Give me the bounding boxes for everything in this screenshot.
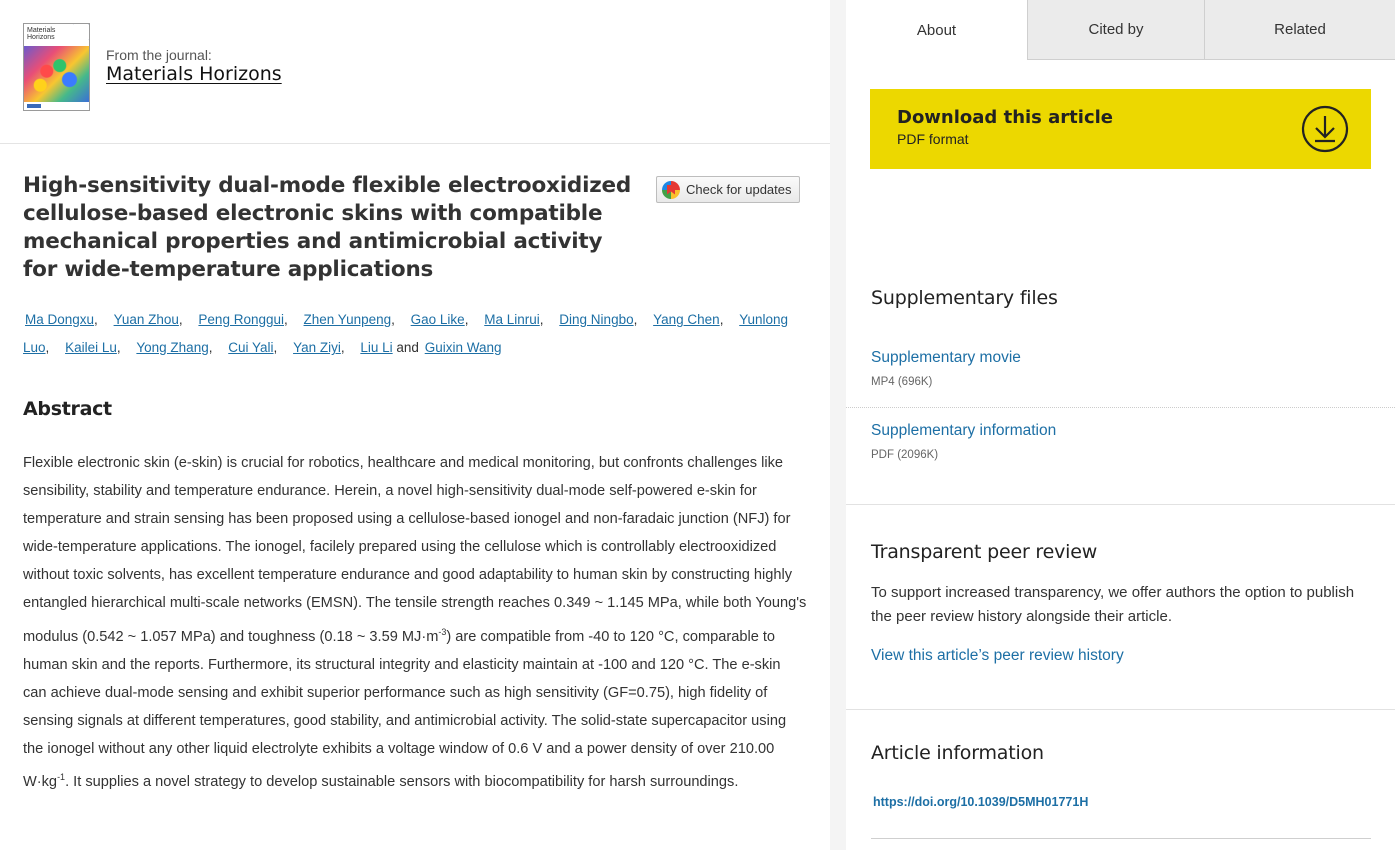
abstract-superscript: -1 <box>57 771 66 782</box>
section-divider <box>846 709 1395 710</box>
article-information-heading: Article information <box>871 742 1044 764</box>
journal-header: Materials Horizons From the journal: Mat… <box>0 0 830 144</box>
cover-artwork <box>24 46 89 102</box>
peer-review-heading: Transparent peer review <box>871 541 1098 563</box>
author-conjunction: and <box>396 340 419 355</box>
check-for-updates-label: Check for updates <box>686 182 792 197</box>
journal-cover-image[interactable]: Materials Horizons <box>23 23 90 111</box>
download-article-button[interactable]: Download this article PDF format <box>870 89 1371 169</box>
supplementary-movie-meta: MP4 (696K) <box>871 376 933 388</box>
author-link[interactable]: Gao Like <box>411 312 465 327</box>
sidebar-tabs: About Cited by Related <box>846 0 1395 60</box>
cover-logo-arc <box>67 24 89 46</box>
author-link[interactable]: Peng Ronggui <box>198 312 284 327</box>
cover-publisher-logo <box>27 104 41 108</box>
author-link[interactable]: Guixin Wang <box>425 340 502 355</box>
author-link[interactable]: Kailei Lu <box>65 340 117 355</box>
author-link[interactable]: Yuan Zhou <box>114 312 179 327</box>
author-link[interactable]: Zhen Yunpeng <box>304 312 392 327</box>
tab-related[interactable]: Related <box>1204 0 1395 60</box>
section-divider <box>846 504 1395 505</box>
author-link[interactable]: Yong Zhang <box>136 340 208 355</box>
supplementary-divider <box>846 407 1395 408</box>
supplementary-information-meta: PDF (2096K) <box>871 449 939 461</box>
author-link[interactable]: Yan Ziyi <box>293 340 341 355</box>
author-link[interactable]: Yang Chen <box>653 312 720 327</box>
author-link[interactable]: Liu Li <box>360 340 392 355</box>
column-divider <box>830 0 846 850</box>
author-link[interactable]: Ma Dongxu <box>25 312 94 327</box>
abstract-text-part: ) are compatible from -40 to 120 °C, com… <box>23 628 787 790</box>
download-format: PDF format <box>897 131 969 147</box>
journal-name-link[interactable]: Materials Horizons <box>106 63 282 85</box>
abstract-heading: Abstract <box>23 398 112 420</box>
article-sidebar: About Cited by Related Download this art… <box>846 0 1395 850</box>
peer-review-history-link[interactable]: View this article’s peer review history <box>871 647 1124 665</box>
abstract-text: Flexible electronic skin (e-skin) is cru… <box>23 449 808 796</box>
download-icon <box>1301 105 1349 153</box>
tab-about[interactable]: About <box>846 0 1027 60</box>
article-information-rule <box>871 838 1371 839</box>
crossmark-icon <box>662 180 680 199</box>
doi-link[interactable]: https://doi.org/10.1039/D5MH01771H <box>873 795 1088 809</box>
journal-from-label: From the journal: <box>106 47 212 63</box>
download-title: Download this article <box>897 107 1113 128</box>
abstract-text-part: . It supplies a novel strategy to develo… <box>65 773 739 790</box>
check-for-updates-button[interactable]: Check for updates <box>656 176 800 203</box>
article-main: Materials Horizons From the journal: Mat… <box>0 0 830 850</box>
author-link[interactable]: Ding Ningbo <box>559 312 633 327</box>
supplementary-information-link[interactable]: Supplementary information <box>871 422 1056 440</box>
cover-title: Materials Horizons <box>27 27 56 41</box>
abstract-text-part: Flexible electronic skin (e-skin) is cru… <box>23 455 807 645</box>
peer-review-description: To support increased transparency, we of… <box>871 584 1355 625</box>
tab-cited-by[interactable]: Cited by <box>1027 0 1204 60</box>
author-link[interactable]: Cui Yali <box>228 340 273 355</box>
author-list: Ma Dongxu, Yuan Zhou, Peng Ronggui, Zhen… <box>23 312 789 355</box>
supplementary-movie-link[interactable]: Supplementary movie <box>871 349 1021 367</box>
article-title: High-sensitivity dual-mode flexible elec… <box>23 173 632 282</box>
supplementary-files-heading: Supplementary files <box>871 287 1058 309</box>
author-link[interactable]: Ma Linrui <box>484 312 540 327</box>
